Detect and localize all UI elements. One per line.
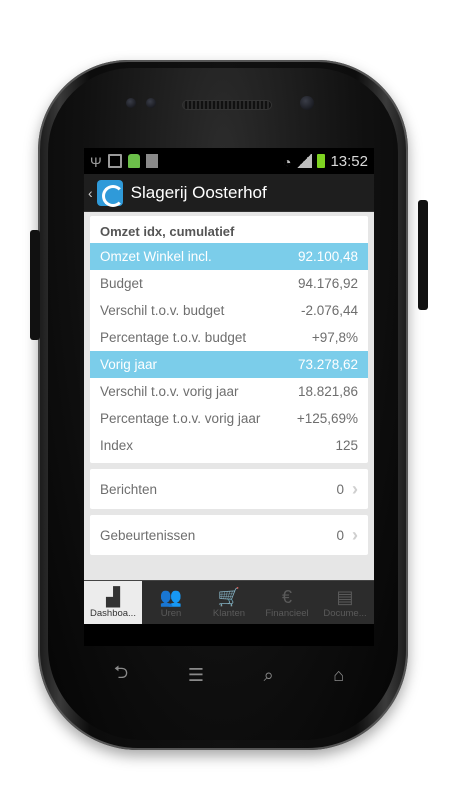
- tab-bar: ▟ Dashboa... 👥 Uren 🛒 Klanten € Financie…: [84, 580, 374, 624]
- status-time: 13:52: [330, 152, 368, 170]
- summary-card: Omzet idx, cumulatief Omzet Winkel incl.…: [90, 216, 368, 463]
- status-bar: Ψ ◔ 13:52: [84, 148, 374, 174]
- document-icon: ▤: [336, 587, 354, 607]
- tab-label: Uren: [160, 608, 182, 619]
- row-label: Index: [100, 438, 134, 453]
- sim-icon: [145, 154, 158, 168]
- row-value: -2.076,44: [300, 303, 358, 318]
- power-button: [418, 200, 428, 310]
- row-value: +97,8%: [311, 330, 358, 345]
- tab-dashboard[interactable]: ▟ Dashboa...: [84, 581, 142, 624]
- row-label: Omzet Winkel incl.: [100, 249, 212, 264]
- berichten-count: 0: [336, 481, 344, 497]
- earpiece-speaker: [182, 100, 272, 110]
- back-chevron-icon[interactable]: ‹: [88, 185, 93, 201]
- row-label: Budget: [100, 276, 143, 291]
- summary-row-percentage-vorig-jaar[interactable]: Percentage t.o.v. vorig jaar +125,69%: [90, 405, 368, 432]
- row-label: Percentage t.o.v. budget: [100, 330, 247, 345]
- summary-row-index[interactable]: Index 125: [90, 432, 368, 459]
- summary-row-omzet[interactable]: Omzet Winkel incl. 92.100,48: [90, 243, 368, 270]
- home-icon[interactable]: ⌂: [333, 665, 344, 686]
- android-icon: [127, 154, 140, 168]
- system-icons: ◔ 13:52: [282, 152, 368, 171]
- row-label: Verschil t.o.v. vorig jaar: [100, 384, 239, 399]
- summary-row-verschil-budget[interactable]: Verschil t.o.v. budget -2.076,44: [90, 297, 368, 324]
- tab-label: Docume...: [323, 608, 367, 619]
- berichten-count-wrap: 0 ›: [336, 479, 358, 500]
- tab-label: Financieel: [265, 608, 309, 619]
- search-icon[interactable]: ⌕: [264, 665, 274, 686]
- notification-icons: Ψ: [90, 154, 158, 170]
- row-value: +125,69%: [296, 411, 358, 426]
- image-icon: [107, 154, 122, 168]
- back-arrow-icon[interactable]: ⮌: [114, 660, 128, 690]
- tab-klanten[interactable]: 🛒 Klanten: [200, 581, 258, 624]
- row-label: Vorig jaar: [100, 357, 158, 372]
- front-camera-icon: [300, 96, 314, 110]
- row-value: 73.278,62: [297, 357, 358, 372]
- hardware-buttons: ⮌ ☰ ⌕ ⌂: [84, 660, 374, 690]
- page-title: Slagerij Oosterhof: [130, 182, 267, 202]
- summary-row-budget[interactable]: Budget 94.176,92: [90, 270, 368, 297]
- summary-row-percentage-budget[interactable]: Percentage t.o.v. budget +97,8%: [90, 324, 368, 351]
- tab-financieel[interactable]: € Financieel: [258, 581, 316, 624]
- volume-button: [30, 230, 40, 340]
- gebeurtenissen-count-wrap: 0 ›: [336, 525, 358, 546]
- cart-icon: 🛒: [217, 587, 241, 607]
- main-content: Omzet idx, cumulatief Omzet Winkel incl.…: [84, 212, 374, 580]
- tab-label: Klanten: [212, 608, 246, 619]
- bar-chart-icon: ▟: [106, 587, 120, 607]
- row-value: 92.100,48: [297, 249, 358, 264]
- summary-row-verschil-vorig-jaar[interactable]: Verschil t.o.v. vorig jaar 18.821,86: [90, 378, 368, 405]
- berichten-label: Berichten: [100, 481, 158, 497]
- signal-icon: [296, 154, 313, 168]
- row-value: 125: [335, 438, 358, 453]
- usb-icon: Ψ: [90, 154, 102, 170]
- row-label: Percentage t.o.v. vorig jaar: [100, 411, 261, 426]
- action-bar[interactable]: ‹ Slagerij Oosterhof: [84, 174, 374, 212]
- gebeurtenissen-label: Gebeurtenissen: [100, 527, 196, 543]
- euro-icon: €: [281, 587, 292, 607]
- proximity-sensor-icon: [126, 98, 136, 108]
- menu-icon[interactable]: ☰: [188, 665, 204, 686]
- tab-label: Dashboa...: [90, 608, 136, 619]
- tab-uren[interactable]: 👥 Uren: [142, 581, 200, 624]
- chevron-right-icon: ›: [352, 478, 358, 499]
- app-logo-icon[interactable]: [96, 179, 124, 207]
- gebeurtenissen-item[interactable]: Gebeurtenissen 0 ›: [90, 515, 368, 555]
- row-label: Verschil t.o.v. budget: [100, 303, 225, 318]
- summary-row-vorig-jaar[interactable]: Vorig jaar 73.278,62: [90, 351, 368, 378]
- screen: Ψ ◔ 13:52 ‹ Slagerij Oosterhof Omzet idx…: [84, 148, 374, 646]
- light-sensor-icon: [146, 98, 156, 108]
- tab-documenten[interactable]: ▤ Docume...: [316, 581, 374, 624]
- battery-icon: [317, 154, 326, 168]
- gebeurtenissen-count: 0: [336, 527, 344, 543]
- chevron-right-icon: ›: [352, 524, 358, 545]
- people-icon: 👥: [159, 587, 183, 607]
- summary-title: Omzet idx, cumulatief: [100, 224, 235, 239]
- wifi-icon: ◔: [282, 154, 292, 170]
- row-value: 18.821,86: [297, 384, 358, 399]
- berichten-item[interactable]: Berichten 0 ›: [90, 469, 368, 509]
- row-value: 94.176,92: [297, 276, 358, 291]
